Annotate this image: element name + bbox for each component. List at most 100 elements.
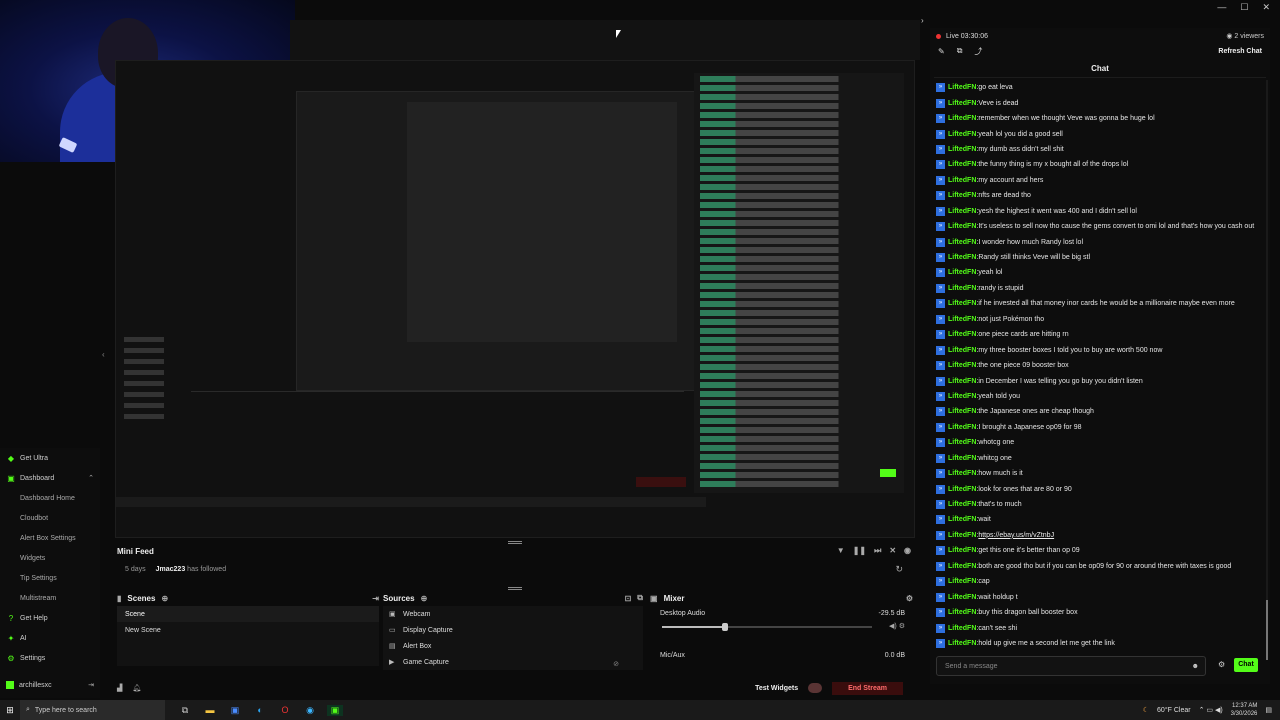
notifications-icon[interactable]: ▤	[1265, 706, 1272, 714]
chat-username[interactable]: LiftedFN	[948, 455, 976, 462]
chat-username[interactable]: LiftedFN	[948, 300, 976, 307]
chat-username[interactable]: LiftedFN	[948, 362, 976, 369]
chat-username[interactable]: LiftedFN	[948, 100, 976, 107]
chat-username[interactable]: LiftedFN	[948, 115, 976, 122]
chevron-left-icon[interactable]: ‹	[102, 350, 105, 359]
add-source-icon[interactable]: ⊕	[421, 594, 428, 603]
logout-icon[interactable]: ⇥	[88, 681, 94, 689]
chat-username[interactable]: LiftedFN	[948, 84, 976, 91]
sidebar-item-ai[interactable]: ✦ AI	[0, 628, 100, 648]
test-widgets-button[interactable]: Test Widgets	[755, 685, 798, 692]
volume-icon[interactable]: ◀)	[889, 623, 897, 630]
scene-item[interactable]: Scene	[117, 606, 379, 622]
chat-username[interactable]: LiftedFN	[948, 378, 976, 385]
chat-username[interactable]: LiftedFN	[948, 347, 976, 354]
chat-username[interactable]: LiftedFN	[948, 208, 976, 215]
mixer-settings-icon[interactable]: ⚙	[906, 594, 913, 603]
performance-icon[interactable]: ▟	[117, 684, 122, 692]
replay-icon[interactable]: ↻	[895, 564, 903, 575]
edge-icon[interactable]: ◐	[252, 705, 268, 716]
file-explorer-icon[interactable]: ▬	[202, 705, 218, 716]
sidebar-item-dashboard-home[interactable]: Dashboard Home	[0, 488, 100, 508]
filter-icon[interactable]: ▼	[837, 546, 845, 556]
chat-username[interactable]: LiftedFN	[948, 532, 976, 539]
scene-transition-icon[interactable]: ⇥	[372, 594, 379, 603]
sidebar-item-alert-box-settings[interactable]: Alert Box Settings	[0, 528, 100, 548]
share-icon[interactable]: ⤴	[974, 46, 982, 57]
chat-username[interactable]: LiftedFN	[948, 177, 976, 184]
chat-username[interactable]: LiftedFN	[948, 424, 976, 431]
minimize-button[interactable]: —	[1217, 2, 1226, 13]
pause-icon[interactable]: ❚❚	[853, 546, 866, 556]
chat-username[interactable]: LiftedFN	[948, 192, 976, 199]
source-item[interactable]: ▣ Webcam	[383, 606, 643, 622]
chat-username[interactable]: LiftedFN	[948, 609, 976, 616]
chat-username[interactable]: LiftedFN	[948, 516, 976, 523]
browser-icon[interactable]: ◉	[302, 705, 318, 716]
chat-username[interactable]: LiftedFN	[948, 470, 976, 477]
chat-input[interactable]: Send a message ☻	[936, 656, 1206, 676]
desktop-audio-fader[interactable]: ◀) ⚙	[660, 622, 905, 632]
sidebar-item-tip-settings[interactable]: Tip Settings	[0, 568, 100, 588]
sidebar-item-multistream[interactable]: Multistream	[0, 588, 100, 608]
chat-link[interactable]: https://ebay.us/m/vZtnbJ	[978, 532, 1054, 539]
store-icon[interactable]: ▣	[227, 705, 243, 716]
sidebar-item-cloudbot[interactable]: Cloudbot	[0, 508, 100, 528]
sidebar-item-get-ultra[interactable]: ◆ Get Ultra	[0, 448, 100, 468]
opera-icon[interactable]: O	[277, 705, 293, 716]
windows-start-icon[interactable]: ⊞	[0, 705, 20, 716]
chat-username[interactable]: LiftedFN	[948, 625, 976, 632]
collapse-icon[interactable]: ▮	[117, 594, 121, 603]
sidebar-item-get-help[interactable]: ? Get Help	[0, 608, 100, 628]
close-button[interactable]: ✕	[1262, 2, 1270, 13]
chat-username[interactable]: LiftedFN	[948, 640, 976, 647]
chat-username[interactable]: LiftedFN	[948, 393, 976, 400]
chat-username[interactable]: LiftedFN	[948, 131, 976, 138]
chat-username[interactable]: LiftedFN	[948, 316, 976, 323]
chat-scrollbar[interactable]	[1266, 80, 1268, 660]
record-button[interactable]	[808, 683, 823, 693]
sidebar-item-widgets[interactable]: Widgets	[0, 548, 100, 568]
popout-icon[interactable]: ⧉	[957, 46, 963, 56]
sidebar-item-settings[interactable]: ⚙ Settings	[0, 648, 100, 668]
source-item[interactable]: ▤ Alert Box	[383, 638, 643, 654]
streamlabs-icon[interactable]: ▣	[327, 704, 343, 716]
maximize-button[interactable]: ☐	[1240, 2, 1248, 13]
chat-username[interactable]: LiftedFN	[948, 594, 976, 601]
end-stream-button[interactable]: End Stream	[832, 681, 903, 695]
chat-username[interactable]: LiftedFN	[948, 161, 976, 168]
popout-icon[interactable]: ◉	[904, 546, 911, 556]
chat-username[interactable]: LiftedFN	[948, 408, 976, 415]
source-settings-icon[interactable]: ⧉	[637, 593, 643, 603]
skip-icon[interactable]: ⏭	[874, 546, 881, 556]
chat-username[interactable]: LiftedFN	[948, 146, 976, 153]
weather-text[interactable]: 60°F Clear	[1157, 707, 1191, 714]
chat-username[interactable]: LiftedFN	[948, 547, 976, 554]
task-view-icon[interactable]: ⧉	[177, 705, 193, 716]
channel-settings-icon[interactable]: ⚙	[899, 623, 905, 630]
refresh-chat-button[interactable]: Refresh Chat	[1218, 48, 1262, 55]
chat-username[interactable]: LiftedFN	[948, 239, 976, 246]
sidebar-item-dashboard[interactable]: ▣ Dashboard ⌃	[0, 468, 100, 488]
chat-username[interactable]: LiftedFN	[948, 486, 976, 493]
event-user[interactable]: Jmac223	[156, 566, 186, 573]
chat-username[interactable]: LiftedFN	[948, 254, 976, 261]
chat-send-button[interactable]: Chat	[1234, 658, 1258, 672]
edit-icon[interactable]: ✎	[938, 47, 945, 56]
user-account[interactable]: archillesxc ⇥	[0, 676, 100, 694]
scene-item[interactable]: New Scene	[117, 622, 379, 638]
source-item[interactable]: ▶ Game Capture	[383, 654, 643, 670]
chat-username[interactable]: LiftedFN	[948, 501, 976, 508]
taskbar-search[interactable]: ⌕ Type here to search	[20, 700, 165, 720]
folder-icon[interactable]: ⊡	[625, 594, 632, 603]
chevron-right-icon[interactable]: ›	[921, 16, 924, 25]
chat-username[interactable]: LiftedFN	[948, 439, 976, 446]
visibility-icon[interactable]: ⊘	[613, 660, 619, 668]
chat-username[interactable]: LiftedFN	[948, 223, 976, 230]
source-item[interactable]: ▭ Display Capture	[383, 622, 643, 638]
chat-username[interactable]: LiftedFN	[948, 269, 976, 276]
emoji-icon[interactable]: ☻	[1192, 663, 1199, 670]
fader-knob[interactable]	[722, 623, 728, 631]
add-scene-icon[interactable]: ⊕	[161, 594, 168, 603]
chat-settings-icon[interactable]: ⚙	[1218, 660, 1225, 669]
